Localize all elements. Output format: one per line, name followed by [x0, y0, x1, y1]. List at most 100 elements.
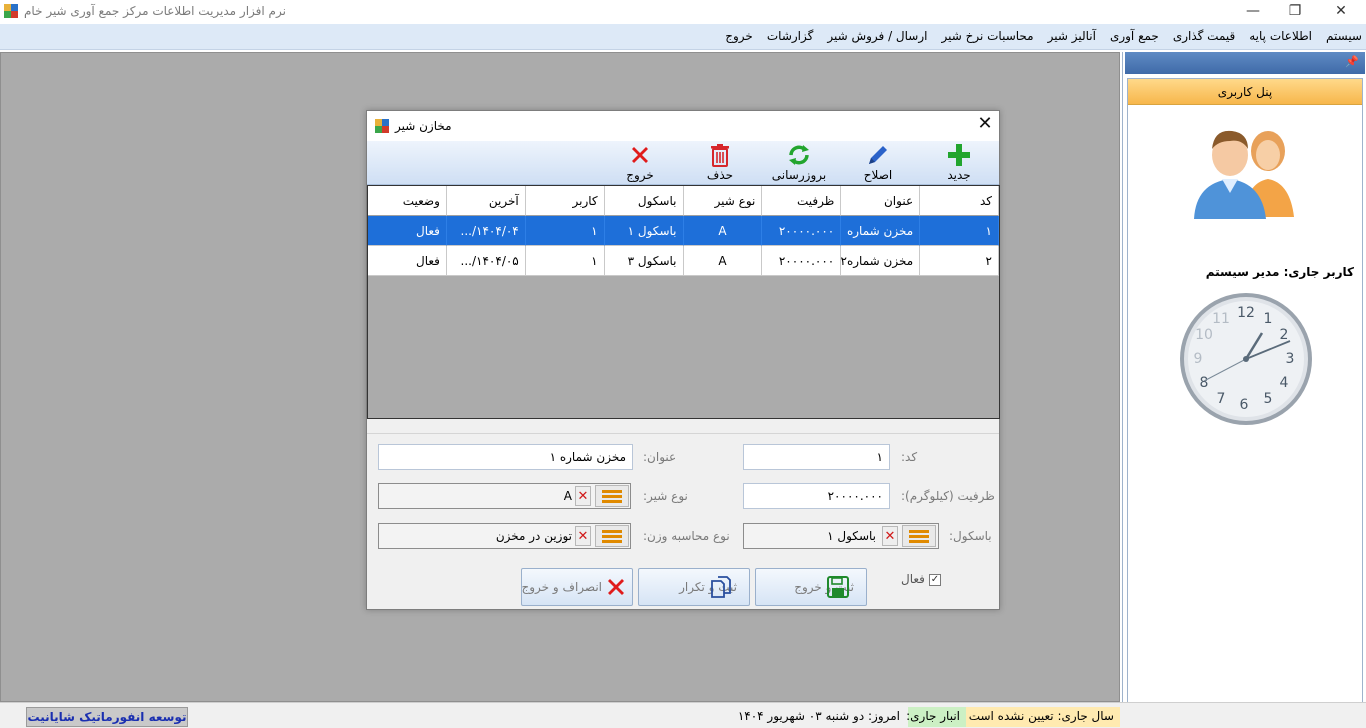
cancel-exit-button[interactable]: انصراف و خروج [521, 568, 633, 606]
clear-icon[interactable]: ✕ [882, 526, 898, 546]
list-icon[interactable] [595, 485, 629, 507]
cell-scale: باسکول ۳ [604, 246, 684, 276]
trash-icon [711, 144, 729, 167]
clock-number: 1 [1264, 311, 1273, 327]
menu-base-info[interactable]: اطلاعات پایه [1249, 29, 1312, 43]
menu-system[interactable]: سیستم [1326, 29, 1362, 43]
milk-type-label: نوع شیر: [643, 489, 688, 503]
clock-number: 12 [1237, 305, 1255, 321]
col-header-last[interactable]: آخرین [446, 186, 526, 216]
cell-title: مخزن شماره۲ [841, 246, 921, 276]
refresh-button-label: بروزرسانی [771, 168, 827, 182]
cell-last: ۱۴۰۴/۰۴/... [446, 216, 526, 246]
active-checkbox[interactable]: ✓ [928, 573, 941, 586]
milk-type-value: A [563, 489, 572, 503]
col-header-title[interactable]: عنوان [841, 186, 921, 216]
cancel-exit-label: انصراف و خروج [521, 580, 602, 594]
menu-reports[interactable]: گزارشات [767, 29, 813, 43]
save-exit-button[interactable]: ثبت و خروج [755, 568, 867, 606]
delete-button[interactable]: حذف [685, 141, 755, 185]
status-current-store: انبار جاری: [906, 707, 966, 727]
milk-tanks-dialog: مخازن شیر ✕ جدید اصلاح بروزرسانی حذف خرو… [366, 110, 1000, 610]
col-header-user[interactable]: کاربر [525, 186, 605, 216]
list-icon[interactable] [595, 525, 629, 547]
weight-calc-value: توزین در مخزن [495, 529, 572, 543]
cell-code: ۲ [920, 246, 999, 276]
clear-icon[interactable]: ✕ [575, 486, 591, 506]
table-row[interactable]: ۲ مخزن شماره۲ ۲۰۰۰۰.۰۰۰ A باسکول ۳ ۱ ۱۴۰… [368, 246, 999, 276]
scale-value: باسکول ۱ [827, 529, 876, 543]
clock-number: 11 [1212, 311, 1230, 327]
dialog-app-icon [375, 119, 389, 133]
cell-user: ۱ [525, 216, 605, 246]
table-row[interactable]: ۱ مخزن شماره ۱ ۲۰۰۰۰.۰۰۰ A باسکول ۱ ۱ ۱۴… [368, 216, 999, 246]
clock-number: 5 [1264, 391, 1273, 407]
code-field[interactable]: ۱ [743, 444, 890, 470]
user-panel-title: پنل کاربری [1128, 79, 1362, 105]
capacity-field[interactable]: ۲۰۰۰۰.۰۰۰ [743, 483, 890, 509]
menu-collection[interactable]: جمع آوری [1110, 29, 1159, 43]
tank-form: کد: ۱ عنوان: مخزن شماره ۱ ظرفیت (کیلوگرم… [367, 433, 999, 609]
plus-icon [948, 144, 970, 166]
window-title: نرم افزار مدیریت اطلاعات مرکز جمع آوری ش… [24, 4, 286, 18]
col-header-code[interactable]: کد [920, 186, 999, 216]
clear-icon[interactable]: ✕ [575, 526, 591, 546]
menu-pricing[interactable]: قیمت گذاری [1173, 29, 1235, 43]
minimize-button[interactable]: — [1230, 0, 1276, 24]
cell-status: فعال [368, 216, 447, 246]
menu-exit[interactable]: خروج [725, 29, 753, 43]
restore-button[interactable]: ❐ [1272, 0, 1318, 24]
cell-status: فعال [368, 246, 447, 276]
close-x-icon [632, 147, 648, 163]
current-user-label: کاربر جاری: مدیر سیستم [1205, 265, 1354, 279]
active-label: فعال [901, 572, 925, 586]
exit-button[interactable]: خروج [605, 141, 675, 185]
clock-number: 9 [1194, 351, 1203, 367]
cell-capacity: ۲۰۰۰۰.۰۰۰ [762, 216, 842, 246]
clock-number: 3 [1286, 351, 1295, 367]
clock-number: 6 [1240, 397, 1249, 413]
status-bar: سال جاری: تعیین نشده است انبار جاری: امر… [0, 702, 1366, 728]
milk-type-combo[interactable]: A ✕ [378, 483, 631, 509]
active-checkbox-row[interactable]: ✓فعال [901, 572, 941, 586]
status-today: امروز: دو شنبه ۰۳ شهریور ۱۴۰۴ [737, 709, 900, 723]
edit-button-label: اصلاح [863, 168, 893, 182]
app-icon [4, 4, 18, 18]
new-button-label: جدید [947, 168, 971, 182]
status-current-year: سال جاری: تعیین نشده است [962, 707, 1120, 727]
dialog-title-bar: مخازن شیر ✕ [367, 111, 999, 141]
refresh-icon [789, 145, 809, 165]
window-close-button[interactable]: ✕ [1318, 0, 1364, 24]
cell-capacity: ۲۰۰۰۰.۰۰۰ [762, 246, 842, 276]
cell-scale: باسکول ۱ [604, 216, 684, 246]
tanks-grid: کد عنوان ظرفیت نوع شیر باسکول کاربر آخری… [367, 185, 1000, 419]
user-panel-body: پنل کاربری کاربر جاری: مدیر سیستم 12 1 2… [1127, 78, 1363, 726]
scale-combo[interactable]: باسکول ۱ ✕ [743, 523, 939, 549]
pin-icon[interactable]: 📌 [1345, 55, 1359, 68]
menu-bar: سیستم اطلاعات پایه قیمت گذاری جمع آوری آ… [0, 24, 1366, 50]
grid-header-row: کد عنوان ظرفیت نوع شیر باسکول کاربر آخری… [368, 186, 999, 216]
col-header-status[interactable]: وضعیت [368, 186, 447, 216]
weight-calc-combo[interactable]: توزین در مخزن ✕ [378, 523, 631, 549]
clock-number: 8 [1200, 375, 1209, 391]
col-header-milk-type[interactable]: نوع شیر [683, 186, 763, 216]
edit-button[interactable]: اصلاح [843, 141, 913, 185]
dialog-close-button[interactable]: ✕ [973, 113, 997, 137]
user-panel-header-bar: 📌 [1125, 52, 1365, 74]
menu-rate-calc[interactable]: محاسبات نرخ شیر [942, 29, 1034, 43]
title-field[interactable]: مخزن شماره ۱ [378, 444, 633, 470]
col-header-scale[interactable]: باسکول [604, 186, 684, 216]
save-repeat-button[interactable]: ثبت و تکرار [638, 568, 750, 606]
list-icon[interactable] [902, 525, 936, 547]
weight-calc-label: نوع محاسبه وزن: [643, 529, 730, 543]
cell-user: ۱ [525, 246, 605, 276]
clock-icon: 12 1 2 3 4 5 6 7 8 9 10 11 [1180, 293, 1312, 425]
cell-milk-type: A [683, 246, 763, 276]
dialog-title: مخازن شیر [395, 119, 452, 133]
refresh-button[interactable]: بروزرسانی [764, 141, 834, 185]
menu-send-sell[interactable]: ارسال / فروش شیر [827, 29, 927, 43]
exit-button-label: خروج [626, 168, 654, 182]
new-button[interactable]: جدید [924, 141, 994, 185]
col-header-capacity[interactable]: ظرفیت [762, 186, 842, 216]
menu-milk-analysis[interactable]: آنالیز شیر [1048, 29, 1096, 43]
